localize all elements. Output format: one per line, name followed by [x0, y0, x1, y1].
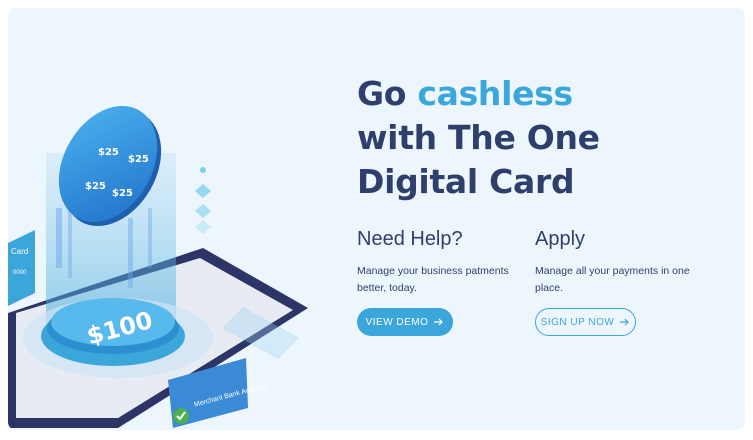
coin-value-2: $25	[128, 154, 149, 165]
need-help-description: Manage your business patments better, to…	[357, 265, 509, 294]
need-help-title: Need Help?	[357, 228, 463, 250]
headline-part1: Go	[357, 74, 418, 113]
headline-line3: Digital Card	[357, 162, 575, 201]
phone-coin-illustration: Card 0000 $100 $25 $25 $25 $25 Merchant …	[8, 105, 308, 428]
coin-value-4: $25	[112, 188, 133, 199]
floating-cubes	[195, 167, 211, 234]
coin-value-3: $25	[85, 181, 106, 192]
arrow-right-icon	[434, 318, 444, 326]
coin-base: $100	[23, 298, 213, 378]
side-card: Card 0000	[8, 230, 35, 306]
sign-up-now-button[interactable]: SIGN UP NOW	[535, 308, 636, 336]
apply-description: Manage all your payments in one place.	[535, 265, 690, 294]
side-card-label: Card	[11, 247, 28, 256]
apply-section: Apply Manage all your payments in one pl…	[535, 228, 705, 297]
view-demo-button[interactable]: VIEW DEMO	[357, 308, 453, 336]
apply-title: Apply	[535, 228, 586, 250]
view-demo-label: VIEW DEMO	[365, 316, 429, 328]
hero-headline: Go cashless with The One Digital Card	[357, 72, 600, 204]
hero-card: Card 0000 $100 $25 $25 $25 $25 Merchant …	[8, 8, 745, 430]
headline-accent: cashless	[417, 74, 573, 113]
arrow-right-icon	[620, 318, 630, 326]
headline-line2: with The One	[357, 118, 600, 157]
coin-value-1: $25	[98, 147, 119, 158]
sign-up-label: SIGN UP NOW	[540, 316, 615, 328]
side-card-number: 0000	[13, 270, 27, 276]
need-help-section: Need Help? Manage your business patments…	[357, 228, 527, 297]
